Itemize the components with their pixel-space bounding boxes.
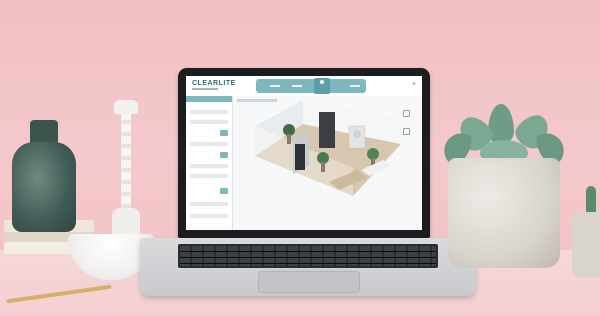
sidebar: [186, 96, 233, 230]
sidebar-field[interactable]: [190, 174, 228, 178]
sidebar-button[interactable]: [220, 188, 228, 194]
keyboard: [178, 244, 438, 268]
app-header: CLEARLITE ×: [186, 76, 422, 97]
small-pot: [572, 212, 600, 278]
candle-holder: [112, 100, 140, 236]
green-vase: [12, 142, 76, 232]
sidebar-field[interactable]: [190, 202, 228, 206]
room-render: [255, 100, 401, 196]
nav-tab[interactable]: [292, 85, 302, 87]
logo-tagline: [192, 88, 218, 90]
room-door: [319, 112, 335, 148]
nav-tab[interactable]: [350, 85, 360, 87]
sidebar-field[interactable]: [190, 120, 228, 124]
laptop-screen: CLEARLITE ×: [186, 76, 422, 230]
sidebar-field[interactable]: [190, 164, 228, 168]
sidebar-field[interactable]: [190, 110, 228, 114]
nav-tab[interactable]: [270, 85, 280, 87]
sidebar-field[interactable]: [190, 214, 228, 218]
stone-pot: [448, 158, 560, 268]
laptop-screen-bezel: CLEARLITE ×: [178, 68, 430, 238]
app-logo[interactable]: CLEARLITE: [192, 80, 236, 87]
room-opening: [295, 144, 305, 170]
close-icon[interactable]: ×: [412, 81, 416, 88]
sidebar-button[interactable]: [220, 130, 228, 136]
nav-active-indicator: [320, 80, 324, 84]
nav-bar: [256, 79, 366, 93]
sidebar-header: [186, 96, 232, 102]
sidebar-button[interactable]: [220, 152, 228, 158]
3d-viewport[interactable]: [233, 96, 422, 230]
sidebar-field[interactable]: [190, 142, 228, 146]
laptop-base: [140, 238, 476, 296]
trackpad: [258, 271, 360, 293]
